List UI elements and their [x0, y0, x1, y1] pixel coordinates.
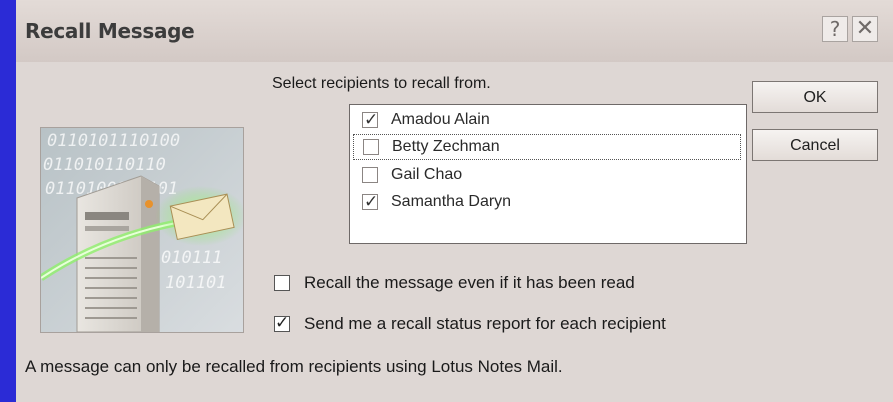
close-button[interactable]: ✕ — [852, 16, 878, 42]
recall-even-if-read-checkbox[interactable] — [274, 275, 290, 291]
checkmark-icon: ✓ — [364, 192, 379, 212]
recipient-checkbox[interactable]: ✓ — [362, 192, 379, 212]
recipient-name: Samantha Daryn — [391, 193, 512, 210]
recipient-name: Amadou Alain — [391, 111, 490, 128]
recipient-checkbox[interactable] — [362, 167, 378, 183]
checkmark-icon: ✓ — [275, 313, 290, 333]
status-report-label[interactable]: Send me a recall status report for each … — [304, 314, 666, 334]
binary-line: 101101 — [165, 273, 226, 293]
checkmark-icon: ✓ — [364, 110, 379, 130]
recipient-row[interactable]: Betty Zechman — [353, 134, 741, 160]
binary-line: 010111 — [161, 248, 222, 268]
recipient-checkbox[interactable]: ✓ — [362, 110, 379, 130]
recipient-checkbox[interactable] — [363, 139, 379, 155]
recipient-name: Gail Chao — [391, 166, 463, 183]
recall-even-if-read-label[interactable]: Recall the message even if it has been r… — [304, 273, 635, 293]
dialog-title: Recall Message — [25, 19, 195, 43]
recipients-prompt: Select recipients to recall from. — [272, 75, 491, 92]
recall-message-dialog: Recall Message ? ✕ 0110101110100 0110101… — [16, 0, 893, 402]
recipient-row[interactable]: ✓ Amadou Alain — [353, 108, 741, 134]
mail-recall-icon: 0110101110100 011010110110 0110100101101… — [41, 128, 243, 332]
ok-button[interactable]: OK — [752, 81, 878, 113]
title-bar[interactable]: Recall Message ? ✕ — [16, 0, 893, 62]
recipient-row[interactable]: Gail Chao — [353, 163, 741, 189]
binary-line: 0110101110100 — [47, 131, 180, 151]
recipients-list[interactable]: ✓ Amadou Alain Betty Zechman Gail Chao ✓… — [349, 104, 747, 244]
help-button[interactable]: ? — [822, 16, 848, 42]
cancel-button[interactable]: Cancel — [752, 129, 878, 161]
close-icon: ✕ — [855, 16, 875, 41]
recipient-name: Betty Zechman — [392, 138, 500, 155]
status-report-checkbox[interactable]: ✓ — [274, 313, 290, 333]
binary-line: 011010110110 — [43, 155, 166, 175]
recipient-row[interactable]: ✓ Samantha Daryn — [353, 190, 741, 216]
mail-server-illustration: 0110101110100 011010110110 0110100101101… — [40, 127, 244, 333]
lotus-notes-note: A message can only be recalled from reci… — [25, 357, 563, 376]
help-icon: ? — [829, 17, 841, 41]
